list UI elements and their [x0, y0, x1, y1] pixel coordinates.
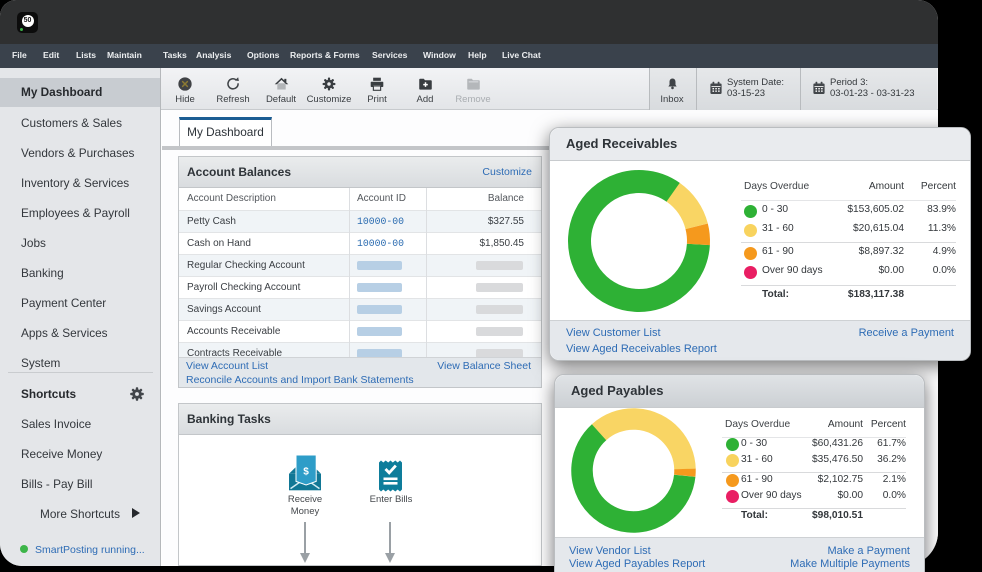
svg-text:$: $ [303, 467, 309, 478]
